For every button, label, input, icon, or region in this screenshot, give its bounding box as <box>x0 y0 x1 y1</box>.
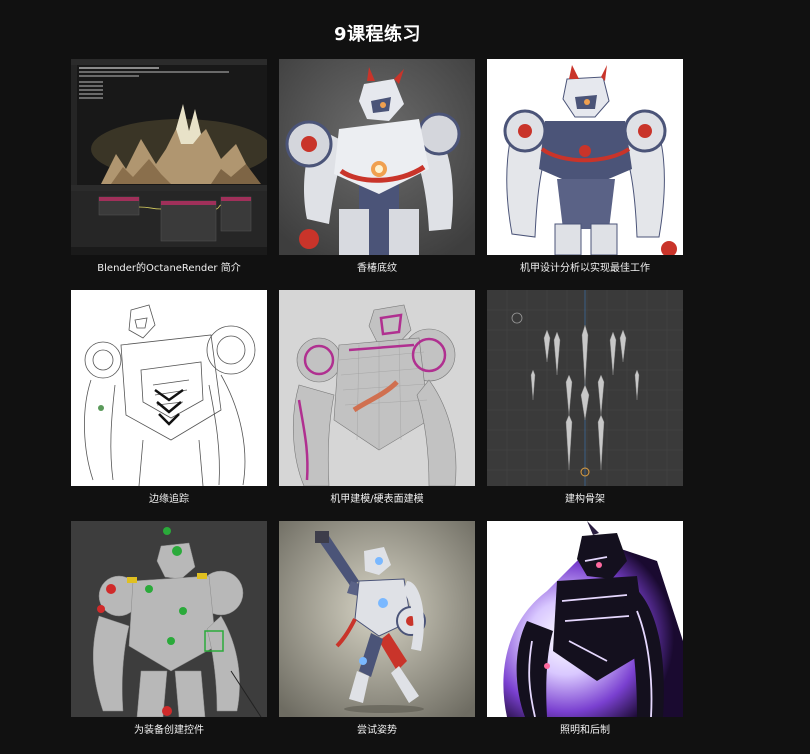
lighting-robot-icon <box>487 521 683 717</box>
lesson-card-2[interactable]: 香椿底纹 <box>279 59 475 290</box>
lesson-card-4[interactable]: 边缘追踪 <box>71 290 267 521</box>
blender-octane-screenshot-icon <box>71 59 267 255</box>
lesson-caption: 照明和后制 <box>560 725 610 736</box>
lesson-thumbnail <box>71 59 267 255</box>
posed-robot-icon <box>279 521 475 717</box>
skeleton-rig-icon <box>487 290 683 486</box>
lesson-caption: Blender的OctaneRender 简介 <box>97 263 241 274</box>
lesson-card-9[interactable]: 照明和后制 <box>487 521 683 752</box>
robot-render-gray-icon <box>279 59 475 255</box>
wireframe-robot-icon <box>279 290 475 486</box>
robot-render-white-icon <box>487 59 683 255</box>
lesson-card-1[interactable]: Blender的OctaneRender 简介 <box>71 59 267 290</box>
lesson-caption: 香椿底纹 <box>357 263 397 274</box>
lesson-card-6[interactable]: 建构骨架 <box>487 290 683 521</box>
lesson-card-8[interactable]: 尝试姿势 <box>279 521 475 752</box>
lesson-caption: 机甲建模/硬表面建模 <box>330 494 424 505</box>
lesson-thumbnail <box>487 290 683 486</box>
lesson-thumbnail <box>71 290 267 486</box>
page-title: 9课程练习 <box>333 24 422 45</box>
lesson-caption: 建构骨架 <box>565 494 605 505</box>
lesson-card-3[interactable]: 机甲设计分析以实现最佳工作 <box>487 59 683 290</box>
lesson-thumbnail <box>279 59 475 255</box>
lesson-thumbnail <box>487 521 683 717</box>
rig-controls-robot-icon <box>71 521 267 717</box>
lesson-thumbnail <box>279 290 475 486</box>
lesson-card-5[interactable]: 机甲建模/硬表面建模 <box>279 290 475 521</box>
lesson-card-7[interactable]: 为装备创建控件 <box>71 521 267 752</box>
lesson-thumbnail <box>487 59 683 255</box>
lesson-caption: 尝试姿势 <box>357 725 397 736</box>
lesson-caption: 为装备创建控件 <box>134 725 204 736</box>
lesson-grid: Blender的OctaneRender 简介 香椿底纹 机甲设计分析以实现最佳… <box>71 59 683 752</box>
line-art-robot-icon <box>71 290 267 486</box>
lesson-caption: 机甲设计分析以实现最佳工作 <box>520 263 650 274</box>
lesson-thumbnail <box>71 521 267 717</box>
lesson-thumbnail <box>279 521 475 717</box>
lesson-caption: 边缘追踪 <box>149 494 189 505</box>
